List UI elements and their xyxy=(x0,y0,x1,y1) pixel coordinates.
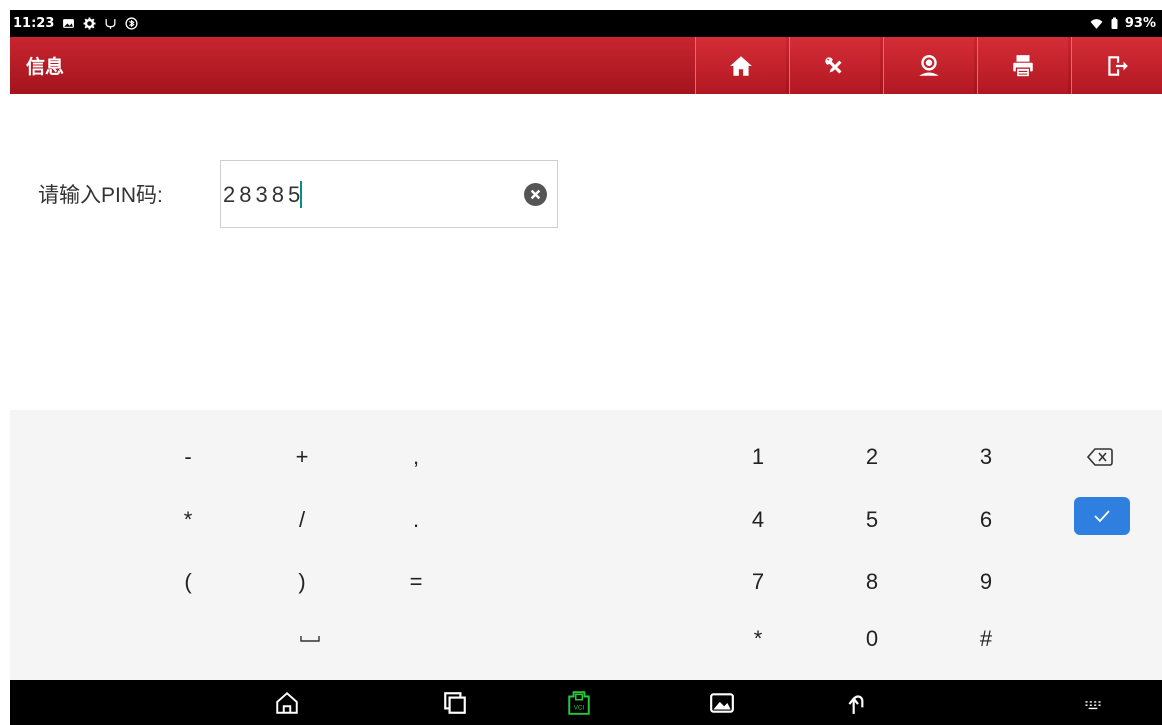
tools-button[interactable] xyxy=(789,37,880,94)
settings-icon xyxy=(82,17,96,31)
back-button[interactable] xyxy=(843,688,873,718)
exit-button[interactable] xyxy=(1071,37,1162,94)
toolbar xyxy=(692,37,1162,94)
key-symbol[interactable]: / xyxy=(252,495,352,545)
status-bar: 11:23 93% xyxy=(10,10,1162,37)
numeric-keyboard: - +, * /. () = 1 2 3 4 5 6 7 8 9 * 0 # xyxy=(10,410,1162,680)
tools-icon xyxy=(825,56,844,74)
pin-input[interactable]: 28385 xyxy=(220,160,558,228)
screenshot-button[interactable] xyxy=(707,688,737,718)
key-digit[interactable]: 9 xyxy=(936,557,1036,607)
key-digit[interactable]: 6 xyxy=(936,495,1036,545)
print-icon xyxy=(1013,54,1033,77)
key-symbol[interactable]: . xyxy=(366,495,466,545)
keyboard-switch-button[interactable] xyxy=(1078,688,1108,718)
print-button[interactable] xyxy=(977,37,1068,94)
recent-apps-icon xyxy=(444,692,466,714)
pin-value: 28385 xyxy=(223,182,305,207)
clear-input-button[interactable] xyxy=(524,183,547,206)
back-icon xyxy=(848,695,864,714)
gallery-icon xyxy=(61,17,75,31)
backspace-icon xyxy=(1087,448,1113,466)
key-symbol[interactable]: ( xyxy=(138,557,238,607)
home-outline-icon xyxy=(276,691,298,714)
home-icon xyxy=(730,55,752,76)
nav-home-button[interactable] xyxy=(272,688,302,718)
battery-level: 93% xyxy=(1124,16,1156,31)
pin-entry-row: 请输入PIN码: 28385 xyxy=(38,160,558,228)
keyboard-icon xyxy=(1085,701,1101,710)
support-button[interactable] xyxy=(883,37,974,94)
key-symbol[interactable]: , xyxy=(366,432,466,482)
backspace-key[interactable] xyxy=(1050,432,1150,482)
key-symbol[interactable]: + xyxy=(252,432,352,482)
usb-icon xyxy=(103,17,117,31)
page-title: 信息 xyxy=(26,56,65,78)
home-button[interactable] xyxy=(695,37,786,94)
clock: 11:23 xyxy=(13,16,55,31)
key-digit[interactable]: 7 xyxy=(708,557,808,607)
svg-text:VCI: VCI xyxy=(574,705,585,712)
bluetooth-icon xyxy=(124,17,138,31)
confirm-key[interactable] xyxy=(1074,497,1130,535)
key-digit[interactable]: * xyxy=(708,614,808,664)
text-caret xyxy=(300,181,302,208)
key-digit[interactable]: 4 xyxy=(708,495,808,545)
navigation-bar: VCI xyxy=(10,680,1162,725)
key-symbol[interactable]: ) xyxy=(252,557,352,607)
pin-label: 请输入PIN码: xyxy=(38,184,163,207)
key-digit[interactable]: # xyxy=(936,614,1036,664)
battery-icon xyxy=(1111,17,1118,31)
support-icon xyxy=(919,54,939,76)
app-header: 信息 xyxy=(10,37,1162,94)
exit-icon xyxy=(1108,55,1128,76)
key-symbol[interactable]: - xyxy=(138,432,238,482)
space-key[interactable] xyxy=(260,614,360,664)
image-icon xyxy=(710,693,734,713)
key-digit[interactable]: 1 xyxy=(708,432,808,482)
space-bar-icon xyxy=(300,636,320,642)
key-digit[interactable]: 2 xyxy=(822,432,922,482)
vci-button[interactable]: VCI xyxy=(564,688,594,718)
wifi-icon xyxy=(1090,17,1104,31)
key-digit[interactable]: 8 xyxy=(822,557,922,607)
recent-apps-button[interactable] xyxy=(440,688,470,718)
vci-icon: VCI xyxy=(568,691,590,715)
key-symbol[interactable]: = xyxy=(366,557,466,607)
check-icon xyxy=(1094,510,1110,523)
key-digit[interactable]: 0 xyxy=(822,614,922,664)
screen: 11:23 93% 信息 请输入PIN码: 28385 - + , * / . … xyxy=(0,0,1162,725)
key-digit[interactable]: 5 xyxy=(822,495,922,545)
key-digit[interactable]: 3 xyxy=(936,432,1036,482)
key-symbol[interactable]: * xyxy=(138,495,238,545)
close-icon xyxy=(530,189,541,200)
